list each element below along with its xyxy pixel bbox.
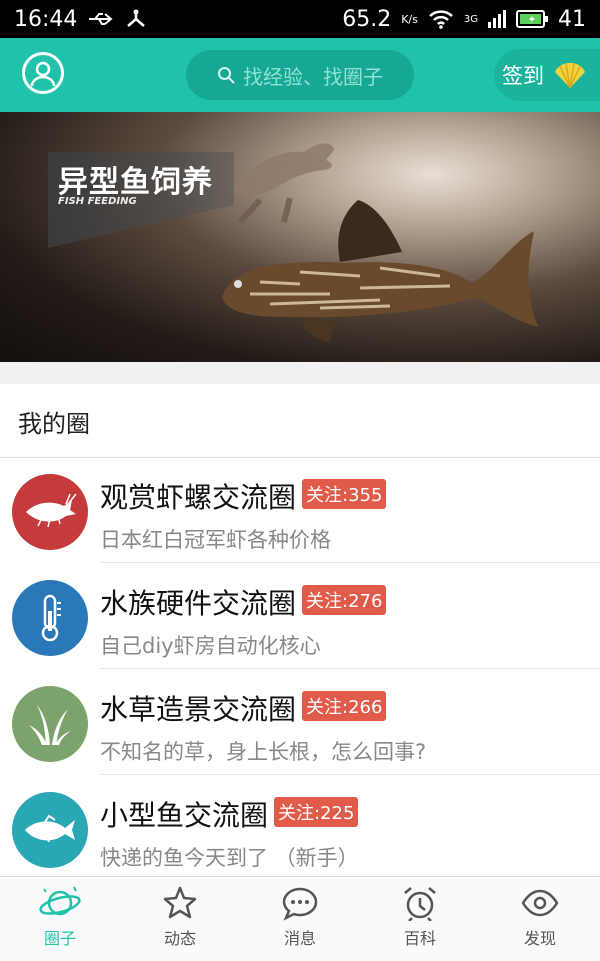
battery-icon xyxy=(516,10,548,28)
status-time: 16:44 xyxy=(14,6,78,32)
circle-desc: 自己diy虾房自动化核心 xyxy=(100,634,321,658)
circle-avatar xyxy=(12,580,88,656)
signin-label: 签到 xyxy=(502,64,544,88)
tab-wiki[interactable]: 百科 xyxy=(360,877,480,961)
circle-avatar xyxy=(12,686,88,762)
signal-icon xyxy=(488,10,506,28)
follow-badge: 关注:225 xyxy=(274,797,359,827)
circle-desc: 日本红白冠军虾各种价格 xyxy=(100,528,331,552)
user-icon xyxy=(30,61,56,87)
search-placeholder: 找经验、找圈子 xyxy=(243,64,383,89)
circle-item-plants[interactable]: 水草造景交流圈 关注:266 不知名的草，身上长根，怎么回事? xyxy=(0,670,600,775)
shrimp-icon xyxy=(26,493,77,528)
circle-desc: 快递的鱼今天到了 （新手） xyxy=(100,846,359,870)
status-network: 3G xyxy=(463,13,478,25)
circle-name-text: 水草造景交流圈 xyxy=(100,693,297,726)
circle-name-text: 观赏虾螺交流圈 xyxy=(100,481,297,514)
tab-circles[interactable]: 圈子 xyxy=(0,877,120,961)
fish-icon xyxy=(25,814,75,843)
circle-name: 小型鱼交流圈 关注:225 xyxy=(100,794,359,834)
section-title: 我的圈 xyxy=(18,410,90,438)
status-speed-unit: K/s xyxy=(401,12,418,26)
search-bar[interactable]: 找经验、找圈子 xyxy=(186,50,414,100)
circle-avatar xyxy=(12,792,88,868)
tab-messages[interactable]: 消息 xyxy=(240,877,360,961)
status-bar: 16:44 65.2 K/s 3G 41 xyxy=(0,0,600,38)
profile-button[interactable] xyxy=(22,52,64,94)
thermometer-icon xyxy=(41,594,61,642)
tab-label: 发现 xyxy=(523,929,556,948)
alarm-clock-icon xyxy=(404,887,436,921)
tab-label: 动态 xyxy=(163,929,196,948)
circle-item-hardware[interactable]: 水族硬件交流圈 关注:276 自己diy虾房自动化核心 xyxy=(0,564,600,669)
status-speed: 65.2 xyxy=(342,6,392,32)
follow-badge: 关注:355 xyxy=(302,479,387,509)
circle-name: 水草造景交流圈 关注:266 xyxy=(100,688,387,728)
app-header: 找经验、找圈子 签到 xyxy=(0,38,600,112)
circle-name: 观赏虾螺交流圈 关注:355 xyxy=(100,476,387,516)
circle-item-shrimp[interactable]: 观赏虾螺交流圈 关注:355 日本红白冠军虾各种价格 xyxy=(0,458,600,563)
tab-label: 消息 xyxy=(283,929,316,948)
status-battery: 41 xyxy=(558,6,586,32)
circle-avatar xyxy=(12,474,88,550)
star-icon xyxy=(163,886,197,919)
follow-badge: 关注:266 xyxy=(302,691,387,721)
tab-feed[interactable]: 动态 xyxy=(120,877,240,961)
chat-icon xyxy=(282,887,318,921)
divider xyxy=(100,774,600,775)
usb-icon xyxy=(87,11,115,27)
tab-label: 圈子 xyxy=(43,929,76,948)
wifi-icon xyxy=(428,9,454,29)
circle-name-text: 小型鱼交流圈 xyxy=(100,799,269,832)
shell-icon xyxy=(555,62,585,89)
signin-button[interactable]: 签到 xyxy=(494,49,600,101)
tab-discover[interactable]: 发现 xyxy=(480,877,600,961)
circle-desc: 不知名的草，身上长根，怎么回事? xyxy=(100,740,427,764)
planet-icon xyxy=(39,886,81,916)
my-circles-section: 我的圈 观赏虾螺交流圈 关注:355 日本红白冠军虾各种价格 水族硬件交流圈 关注:… xyxy=(0,384,600,876)
follow-badge: 关注:276 xyxy=(302,585,387,615)
divider xyxy=(100,562,600,563)
search-icon xyxy=(218,67,235,84)
debug-icon xyxy=(125,9,147,29)
promo-banner[interactable]: 异型鱼饲养 FISH FEEDING xyxy=(0,112,600,362)
tab-label: 百科 xyxy=(403,929,436,948)
bottom-tab-bar: 圈子 动态 消息 百科 发现 xyxy=(0,876,600,961)
circle-name: 水族硬件交流圈 关注:276 xyxy=(100,582,387,622)
divider xyxy=(100,668,600,669)
circle-item-small-fish[interactable]: 小型鱼交流圈 关注:225 快递的鱼今天到了 （新手） xyxy=(0,776,600,881)
pleco-fish-figure xyxy=(222,200,538,343)
circle-name-text: 水族硬件交流圈 xyxy=(100,587,297,620)
eye-icon xyxy=(521,889,559,917)
grass-icon xyxy=(29,705,71,745)
